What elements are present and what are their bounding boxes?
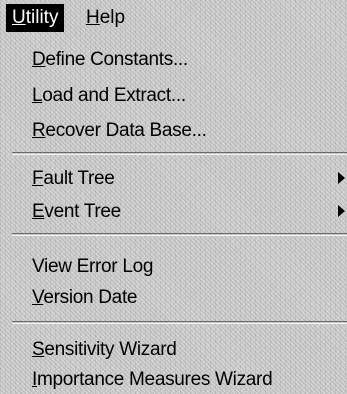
menu-utility-label: tility [25,7,59,28]
recover-data-base-label: ecover Data Base... [45,120,207,141]
menu-item-define-constants[interactable]: Define Constants... [12,46,347,73]
event-tree-mnemonic: E [32,201,45,222]
sensitivity-wizard-label: ensitivity Wizard [44,339,177,360]
importance-measures-wizard-label: mportance Measures Wizard [36,369,273,390]
version-date-label: ersion Date [43,287,138,308]
fault-tree-mnemonic: F [32,168,44,189]
menu-separator [12,152,347,155]
menu-utility[interactable]: Utility [6,4,65,32]
define-constants-label: efine Constants... [45,49,188,70]
menu-bar: Utility Help [0,0,347,36]
menu-item-sensitivity-wizard[interactable]: Sensitivity Wizard [12,336,347,363]
view-error-log-mnemonic: g [142,256,154,277]
menu-help[interactable]: Help [80,4,131,32]
sensitivity-wizard-mnemonic: S [32,339,45,360]
menu-separator [12,233,347,236]
menu-item-view-error-log[interactable]: View Error Log [12,253,347,280]
view-error-log-label: View Error Lo [32,256,143,277]
menu-item-recover-data-base[interactable]: Recover Data Base... [12,117,347,144]
utility-dropdown-menu: Define Constants... Load and Extract... … [12,36,347,394]
load-and-extract-label: oad and Extract... [42,85,186,106]
submenu-arrow-icon [338,205,345,217]
menu-utility-mnemonic: U [12,7,26,28]
version-date-mnemonic: V [32,287,44,308]
menu-help-label: elp [99,7,126,28]
submenu-arrow-icon [338,172,345,184]
menu-item-version-date[interactable]: Version Date [12,284,347,311]
menu-item-event-tree[interactable]: Event Tree [12,198,347,225]
fault-tree-label: ault Tree [43,168,115,189]
menu-help-mnemonic: H [86,7,100,28]
screen: Utility Help Define Constants... Load an… [0,0,347,394]
menu-item-load-and-extract[interactable]: Load and Extract... [12,82,347,109]
menu-item-fault-tree[interactable]: Fault Tree [12,165,347,192]
recover-data-base-mnemonic: R [32,120,46,141]
load-and-extract-mnemonic: L [32,85,43,106]
event-tree-label: vent Tree [44,201,121,222]
menu-item-importance-measures-wizard[interactable]: Importance Measures Wizard [12,366,347,393]
menu-separator [12,321,347,324]
define-constants-mnemonic: D [32,49,46,70]
